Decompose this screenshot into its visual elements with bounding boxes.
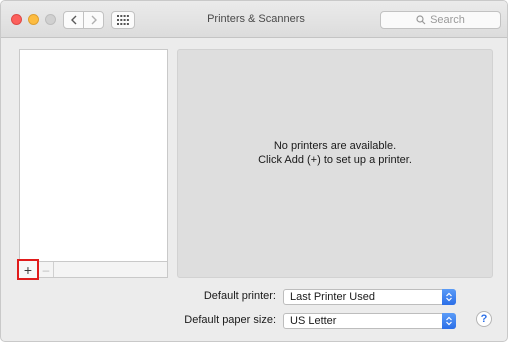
grid-icon [117,15,129,25]
search-field[interactable]: Search [380,11,501,29]
window-title: Printers & Scanners [207,13,305,25]
search-placeholder: Search [430,14,465,26]
printer-list[interactable] [19,49,168,261]
forward-button[interactable] [83,11,104,29]
chevron-right-icon [91,15,97,25]
printer-detail-pane: No printers are available. Click Add (+)… [177,49,493,278]
title-bar: Printers & Scanners Search [1,1,507,38]
empty-state-line-2: Click Add (+) to set up a printer. [258,154,412,166]
default-printer-select[interactable]: Last Printer Used [283,289,456,305]
default-paper-size-label: Default paper size: [184,314,276,326]
updown-arrows-icon [442,313,456,329]
close-window-button[interactable] [11,14,22,25]
remove-printer-button[interactable]: – [39,262,54,277]
empty-state-line-1: No printers are available. [273,140,397,152]
default-paper-size-select[interactable]: US Letter [283,313,456,329]
preferences-window: Printers & Scanners Search + – No printe… [0,0,508,342]
chevron-left-icon [70,15,76,25]
add-printer-button[interactable]: + [17,259,39,280]
default-paper-size-value: US Letter [290,315,337,327]
search-icon [416,15,426,25]
updown-arrows-icon [442,289,456,305]
help-button[interactable]: ? [476,311,492,327]
default-printer-label: Default printer: [203,290,276,302]
empty-state-message: No printers are available. Click Add (+)… [178,139,492,167]
minimize-window-button[interactable] [28,14,39,25]
zoom-window-button[interactable] [45,14,56,25]
show-all-button[interactable] [111,11,135,29]
default-printer-value: Last Printer Used [290,291,375,303]
back-button[interactable] [63,11,84,29]
